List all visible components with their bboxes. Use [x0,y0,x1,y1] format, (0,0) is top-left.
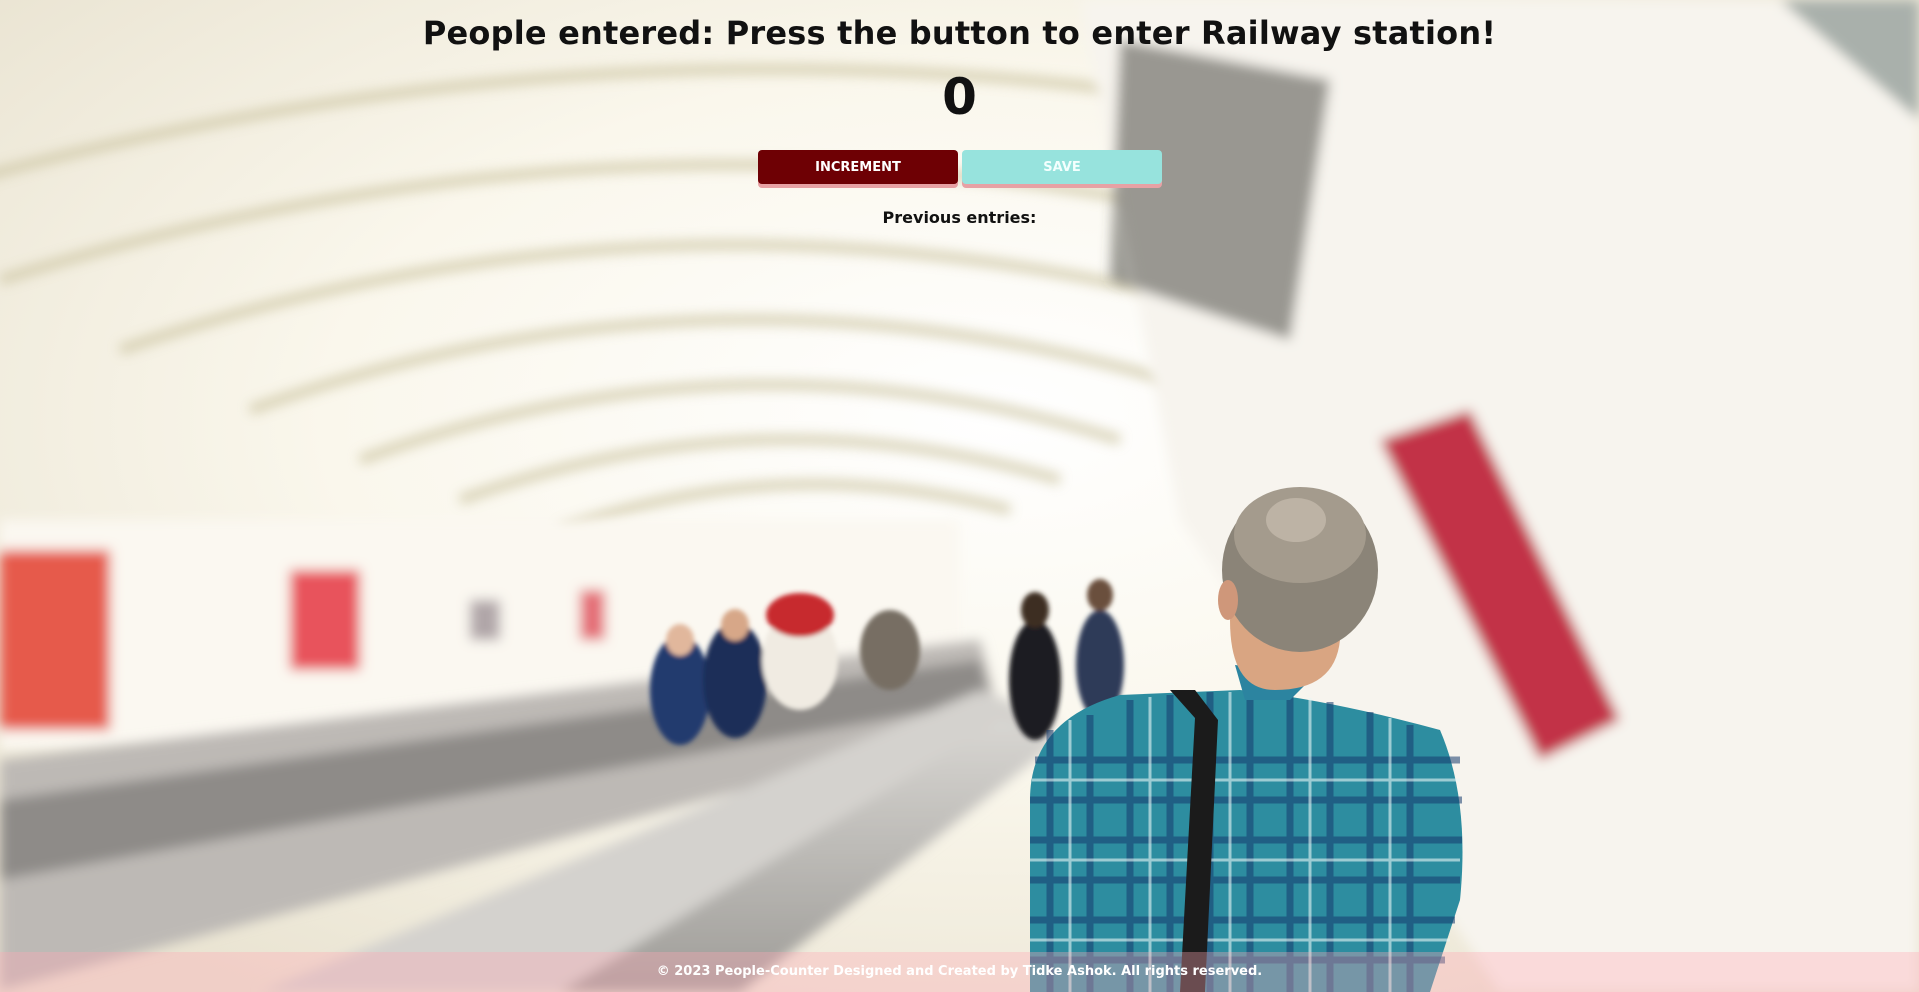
background-photo [0,0,1919,992]
save-button[interactable]: SAVE [962,150,1162,184]
previous-entries-label: Previous entries: [882,208,1037,227]
footer-copyright: © 2023 People-Counter Designed and Creat… [656,964,1263,979]
people-count: 0 [942,68,977,126]
increment-button[interactable]: INCREMENT [758,150,958,184]
page-title: People entered: Press the button to ente… [422,14,1497,52]
escalator-scene [0,0,1919,992]
footer: © 2023 People-Counter Designed and Creat… [0,952,1919,992]
